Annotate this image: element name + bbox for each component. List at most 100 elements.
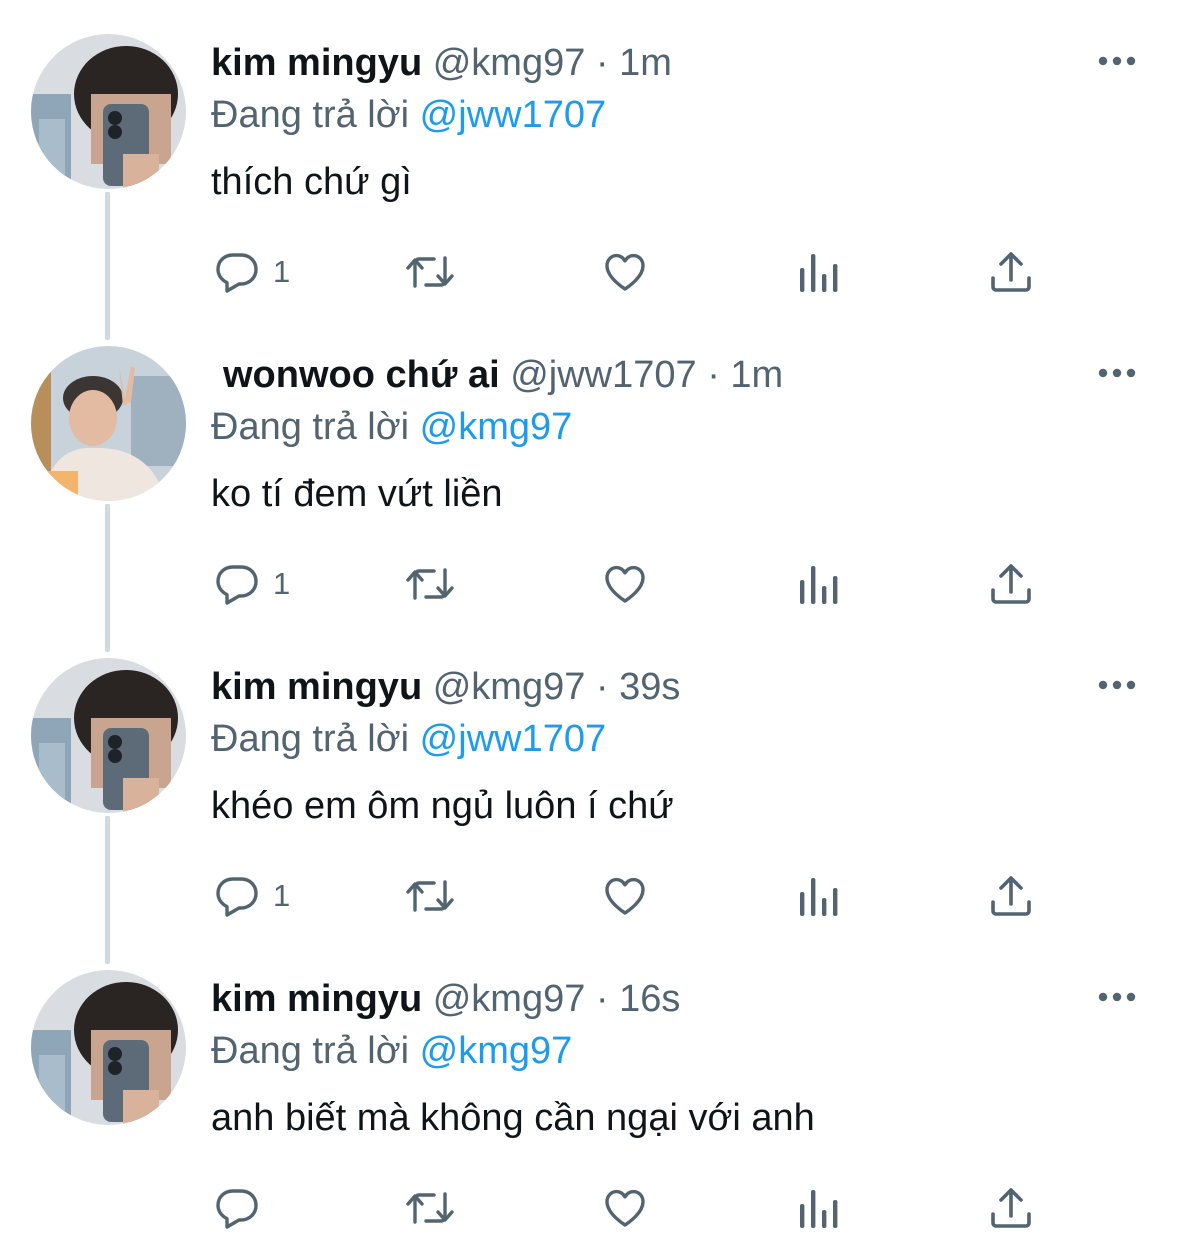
tweet[interactable]: kim mingyu @kmg97 · 1m Đang trả lời @jww… xyxy=(0,0,1179,312)
avatar[interactable] xyxy=(31,346,186,501)
like-button[interactable] xyxy=(601,246,649,298)
avatar-photo xyxy=(31,346,186,501)
separator: · xyxy=(595,666,609,708)
tweet-header: wonwoo chứ ai @jww1707 · 1m xyxy=(223,352,783,398)
more-horizontal-icon xyxy=(1098,680,1136,690)
timestamp[interactable]: 39s xyxy=(619,666,680,708)
replying-to-label: Đang trả lời xyxy=(211,1030,410,1072)
reply-icon xyxy=(216,253,258,293)
heart-icon xyxy=(605,253,645,291)
views-button[interactable] xyxy=(796,870,840,922)
more-button[interactable] xyxy=(1092,672,1142,698)
avatar-photo xyxy=(31,658,186,813)
mention-link[interactable]: @jww1707 xyxy=(420,94,606,136)
tweet[interactable]: wonwoo chứ ai @jww1707 · 1m Đang trả lời… xyxy=(0,312,1179,624)
views-icon xyxy=(800,878,838,916)
like-button[interactable] xyxy=(601,558,649,610)
tweet-header: kim mingyu @kmg97 · 39s xyxy=(211,664,680,710)
reply-icon xyxy=(216,565,258,605)
user-handle[interactable]: @kmg97 xyxy=(433,978,586,1020)
like-button[interactable] xyxy=(601,870,649,922)
replying-to-label: Đang trả lời xyxy=(211,94,410,136)
retweet-button[interactable] xyxy=(404,558,456,610)
like-button[interactable] xyxy=(601,1182,649,1234)
share-icon xyxy=(991,876,1031,916)
display-name[interactable]: kim mingyu xyxy=(211,978,422,1020)
share-icon xyxy=(991,564,1031,604)
timestamp[interactable]: 16s xyxy=(619,978,680,1020)
avatar[interactable] xyxy=(31,658,186,813)
avatar[interactable] xyxy=(31,970,186,1125)
reply-button[interactable]: 1 xyxy=(213,558,290,610)
timestamp[interactable]: 1m xyxy=(619,42,672,84)
retweet-button[interactable] xyxy=(404,246,456,298)
views-icon xyxy=(800,1190,838,1228)
share-button[interactable] xyxy=(988,870,1034,922)
more-button[interactable] xyxy=(1092,48,1142,74)
tweet-header: kim mingyu @kmg97 · 1m xyxy=(211,40,672,86)
mention-link[interactable]: @kmg97 xyxy=(420,1030,573,1072)
separator: · xyxy=(595,42,609,84)
views-icon xyxy=(800,566,838,604)
tweet-text: ko tí đem vứt liền xyxy=(211,473,503,515)
mention-link[interactable]: @jww1707 xyxy=(420,718,606,760)
more-button[interactable] xyxy=(1092,360,1142,386)
avatar[interactable] xyxy=(31,34,186,189)
reply-button[interactable]: 1 xyxy=(213,246,290,298)
retweet-icon xyxy=(406,1192,454,1224)
action-bar: 1 xyxy=(0,246,1179,298)
retweet-button[interactable] xyxy=(404,870,456,922)
tweet[interactable]: kim mingyu @kmg97 · 16s Đang trả lời @km… xyxy=(0,936,1179,1248)
replying-to: Đang trả lời @kmg97 xyxy=(211,404,572,450)
avatar-photo xyxy=(31,34,186,189)
timestamp[interactable]: 1m xyxy=(730,354,783,396)
action-bar: 1 xyxy=(0,870,1179,922)
reply-icon xyxy=(216,1189,258,1229)
display-name[interactable]: kim mingyu xyxy=(211,42,422,84)
tweet[interactable]: kim mingyu @kmg97 · 39s Đang trả lời @jw… xyxy=(0,624,1179,936)
heart-icon xyxy=(605,877,645,915)
retweet-icon xyxy=(406,256,454,288)
reply-button[interactable]: 1 xyxy=(213,870,290,922)
retweet-icon xyxy=(406,880,454,912)
action-bar: 1 xyxy=(0,558,1179,610)
more-horizontal-icon xyxy=(1098,368,1136,378)
user-handle[interactable]: @jww1707 xyxy=(510,354,696,396)
retweet-icon xyxy=(406,568,454,600)
tweet-text: thích chứ gì xyxy=(211,161,412,203)
tweet-text: anh biết mà không cần ngại với anh xyxy=(211,1097,815,1139)
share-icon xyxy=(991,252,1031,292)
replying-to: Đang trả lời @jww1707 xyxy=(211,92,606,138)
separator: · xyxy=(707,354,720,396)
heart-icon xyxy=(605,565,645,603)
reply-count: 1 xyxy=(273,566,291,601)
retweet-button[interactable] xyxy=(404,1182,456,1234)
views-button[interactable] xyxy=(796,558,840,610)
share-button[interactable] xyxy=(988,558,1034,610)
display-name[interactable]: kim mingyu xyxy=(211,666,422,708)
more-horizontal-icon xyxy=(1098,992,1136,1002)
tweet-header: kim mingyu @kmg97 · 16s xyxy=(211,976,680,1022)
user-handle[interactable]: @kmg97 xyxy=(433,42,586,84)
heart-icon xyxy=(605,1189,645,1227)
share-icon xyxy=(991,1188,1031,1228)
avatar-photo xyxy=(31,970,186,1125)
separator: · xyxy=(595,978,609,1020)
reply-button[interactable] xyxy=(213,1182,273,1234)
views-icon xyxy=(800,254,838,292)
replying-to-label: Đang trả lời xyxy=(211,718,410,760)
share-button[interactable] xyxy=(988,246,1034,298)
replying-to: Đang trả lời @kmg97 xyxy=(211,1028,572,1074)
share-button[interactable] xyxy=(988,1182,1034,1234)
display-name[interactable]: wonwoo chứ ai xyxy=(223,354,500,396)
more-button[interactable] xyxy=(1092,984,1142,1010)
views-button[interactable] xyxy=(796,246,840,298)
more-horizontal-icon xyxy=(1098,56,1136,66)
user-handle[interactable]: @kmg97 xyxy=(433,666,586,708)
action-bar xyxy=(0,1182,1179,1234)
reply-count: 1 xyxy=(273,878,291,913)
views-button[interactable] xyxy=(796,1182,840,1234)
replying-to-label: Đang trả lời xyxy=(211,406,410,448)
mention-link[interactable]: @kmg97 xyxy=(420,406,573,448)
tweet-text: khéo em ôm ngủ luôn í chứ xyxy=(211,785,674,827)
